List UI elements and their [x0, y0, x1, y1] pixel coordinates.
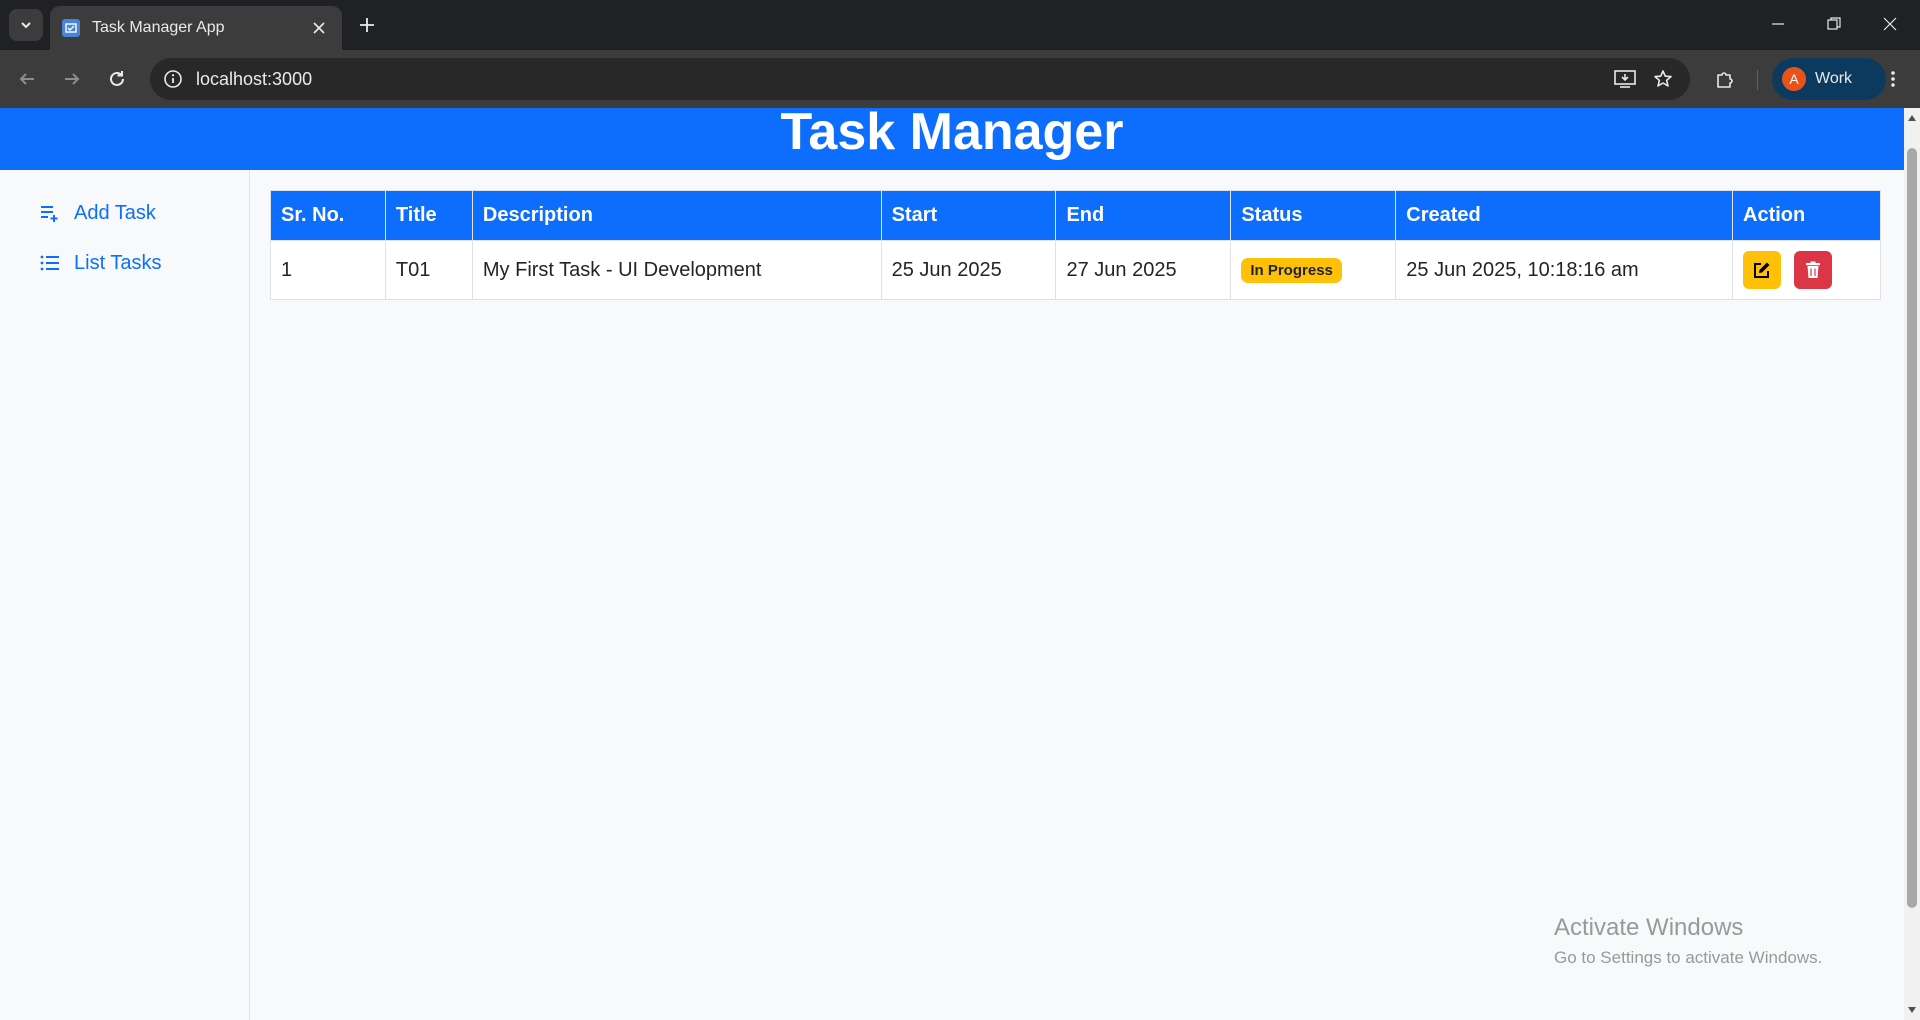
column-header-start: Start: [880, 190, 1057, 241]
column-header-title: Title: [384, 190, 473, 241]
browser-tab-bar: Task Manager App: [0, 0, 1920, 50]
tab-title: Task Manager App: [92, 19, 225, 36]
restore-button[interactable]: [1806, 0, 1862, 48]
profile-button[interactable]: A Work: [1772, 58, 1886, 100]
main-content: Sr. No. Title Description Start End Stat…: [270, 190, 1881, 300]
table-header-row: Sr. No. Title Description Start End Stat…: [270, 190, 1881, 241]
cell-sr-no: 1: [270, 240, 386, 300]
sidebar: Add Task List Tasks: [0, 170, 250, 1020]
edit-button[interactable]: [1743, 251, 1781, 289]
arrow-right-icon: [65, 73, 80, 85]
minimize-icon: [1772, 23, 1784, 25]
add-list-icon: [41, 206, 58, 222]
profile-label: Work: [1815, 70, 1853, 87]
sidebar-item-label: Add Task: [74, 201, 156, 224]
list-icon: [40, 255, 59, 271]
column-header-description: Description: [471, 190, 882, 241]
cell-description: My First Task - UI Development: [471, 240, 882, 300]
arrow-left-icon: [19, 73, 34, 85]
tab-close-icon[interactable]: [308, 17, 330, 39]
table-row: 1 T01 My First Task - UI Development 25 …: [270, 240, 1881, 300]
column-header-end: End: [1055, 190, 1232, 241]
url-text[interactable]: localhost:3000: [196, 69, 1608, 90]
reload-icon: [110, 71, 124, 86]
scroll-up-arrow-icon[interactable]: [1907, 114, 1917, 122]
delete-button[interactable]: [1793, 251, 1832, 289]
new-tab-button[interactable]: [352, 10, 382, 40]
app-header: Task Manager: [0, 108, 1904, 170]
column-header-status: Status: [1230, 190, 1397, 241]
reload-button[interactable]: [100, 62, 134, 96]
extensions-button[interactable]: [1708, 62, 1742, 96]
plus-icon: [360, 18, 374, 32]
install-app-icon[interactable]: [1608, 62, 1642, 96]
browser-tab[interactable]: Task Manager App: [50, 6, 342, 50]
browser-menu-button[interactable]: [1876, 62, 1910, 96]
column-header-created: Created: [1395, 190, 1733, 241]
tab-search-button[interactable]: [9, 9, 43, 41]
address-bar[interactable]: localhost:3000: [150, 58, 1690, 100]
cell-action: [1732, 240, 1881, 300]
sidebar-item-label: List Tasks: [74, 251, 162, 274]
page-scrollbar[interactable]: [1904, 108, 1920, 1020]
sidebar-item-add-task[interactable]: Add Task: [40, 198, 156, 228]
cell-start: 25 Jun 2025: [880, 240, 1057, 300]
cell-status: In Progress: [1230, 240, 1397, 300]
back-button[interactable]: [10, 62, 44, 96]
chevron-down-icon: [21, 22, 31, 29]
tasks-table: Sr. No. Title Description Start End Stat…: [270, 190, 1881, 300]
cell-created: 25 Jun 2025, 10:18:16 am: [1395, 240, 1733, 300]
close-window-button[interactable]: [1862, 0, 1918, 48]
minimize-button[interactable]: [1750, 0, 1806, 48]
restore-icon: [1827, 17, 1841, 30]
page-viewport: Task Manager Add Task List Tasks Sr. No.…: [0, 108, 1904, 1020]
site-info-icon[interactable]: [162, 68, 184, 90]
favicon-icon: [62, 19, 80, 37]
scroll-thumb[interactable]: [1907, 148, 1917, 908]
watermark-subtitle: Go to Settings to activate Windows.: [1554, 948, 1823, 967]
column-header-action: Action: [1732, 190, 1881, 241]
browser-toolbar: localhost:3000 A Work: [0, 50, 1920, 108]
trash-icon: [1805, 261, 1820, 278]
edit-icon: [1754, 262, 1770, 278]
close-icon: [1883, 17, 1897, 31]
puzzle-icon: [1717, 72, 1733, 88]
page-title: Task Manager: [780, 108, 1124, 161]
avatar: A: [1782, 67, 1806, 91]
forward-button[interactable]: [55, 62, 89, 96]
cell-title: T01: [384, 240, 473, 300]
scroll-down-arrow-icon[interactable]: [1907, 1006, 1917, 1014]
cell-end: 27 Jun 2025: [1055, 240, 1232, 300]
bookmark-star-icon[interactable]: [1646, 62, 1680, 96]
toolbar-divider: [1757, 70, 1758, 90]
status-badge: In Progress: [1241, 257, 1342, 283]
watermark-title: Activate Windows: [1554, 914, 1744, 941]
kebab-menu-icon: [1891, 71, 1895, 87]
column-header-sr-no: Sr. No.: [270, 190, 386, 241]
activate-windows-watermark: Activate Windows Go to Settings to activ…: [1554, 914, 1822, 968]
sidebar-item-list-tasks[interactable]: List Tasks: [40, 248, 161, 278]
